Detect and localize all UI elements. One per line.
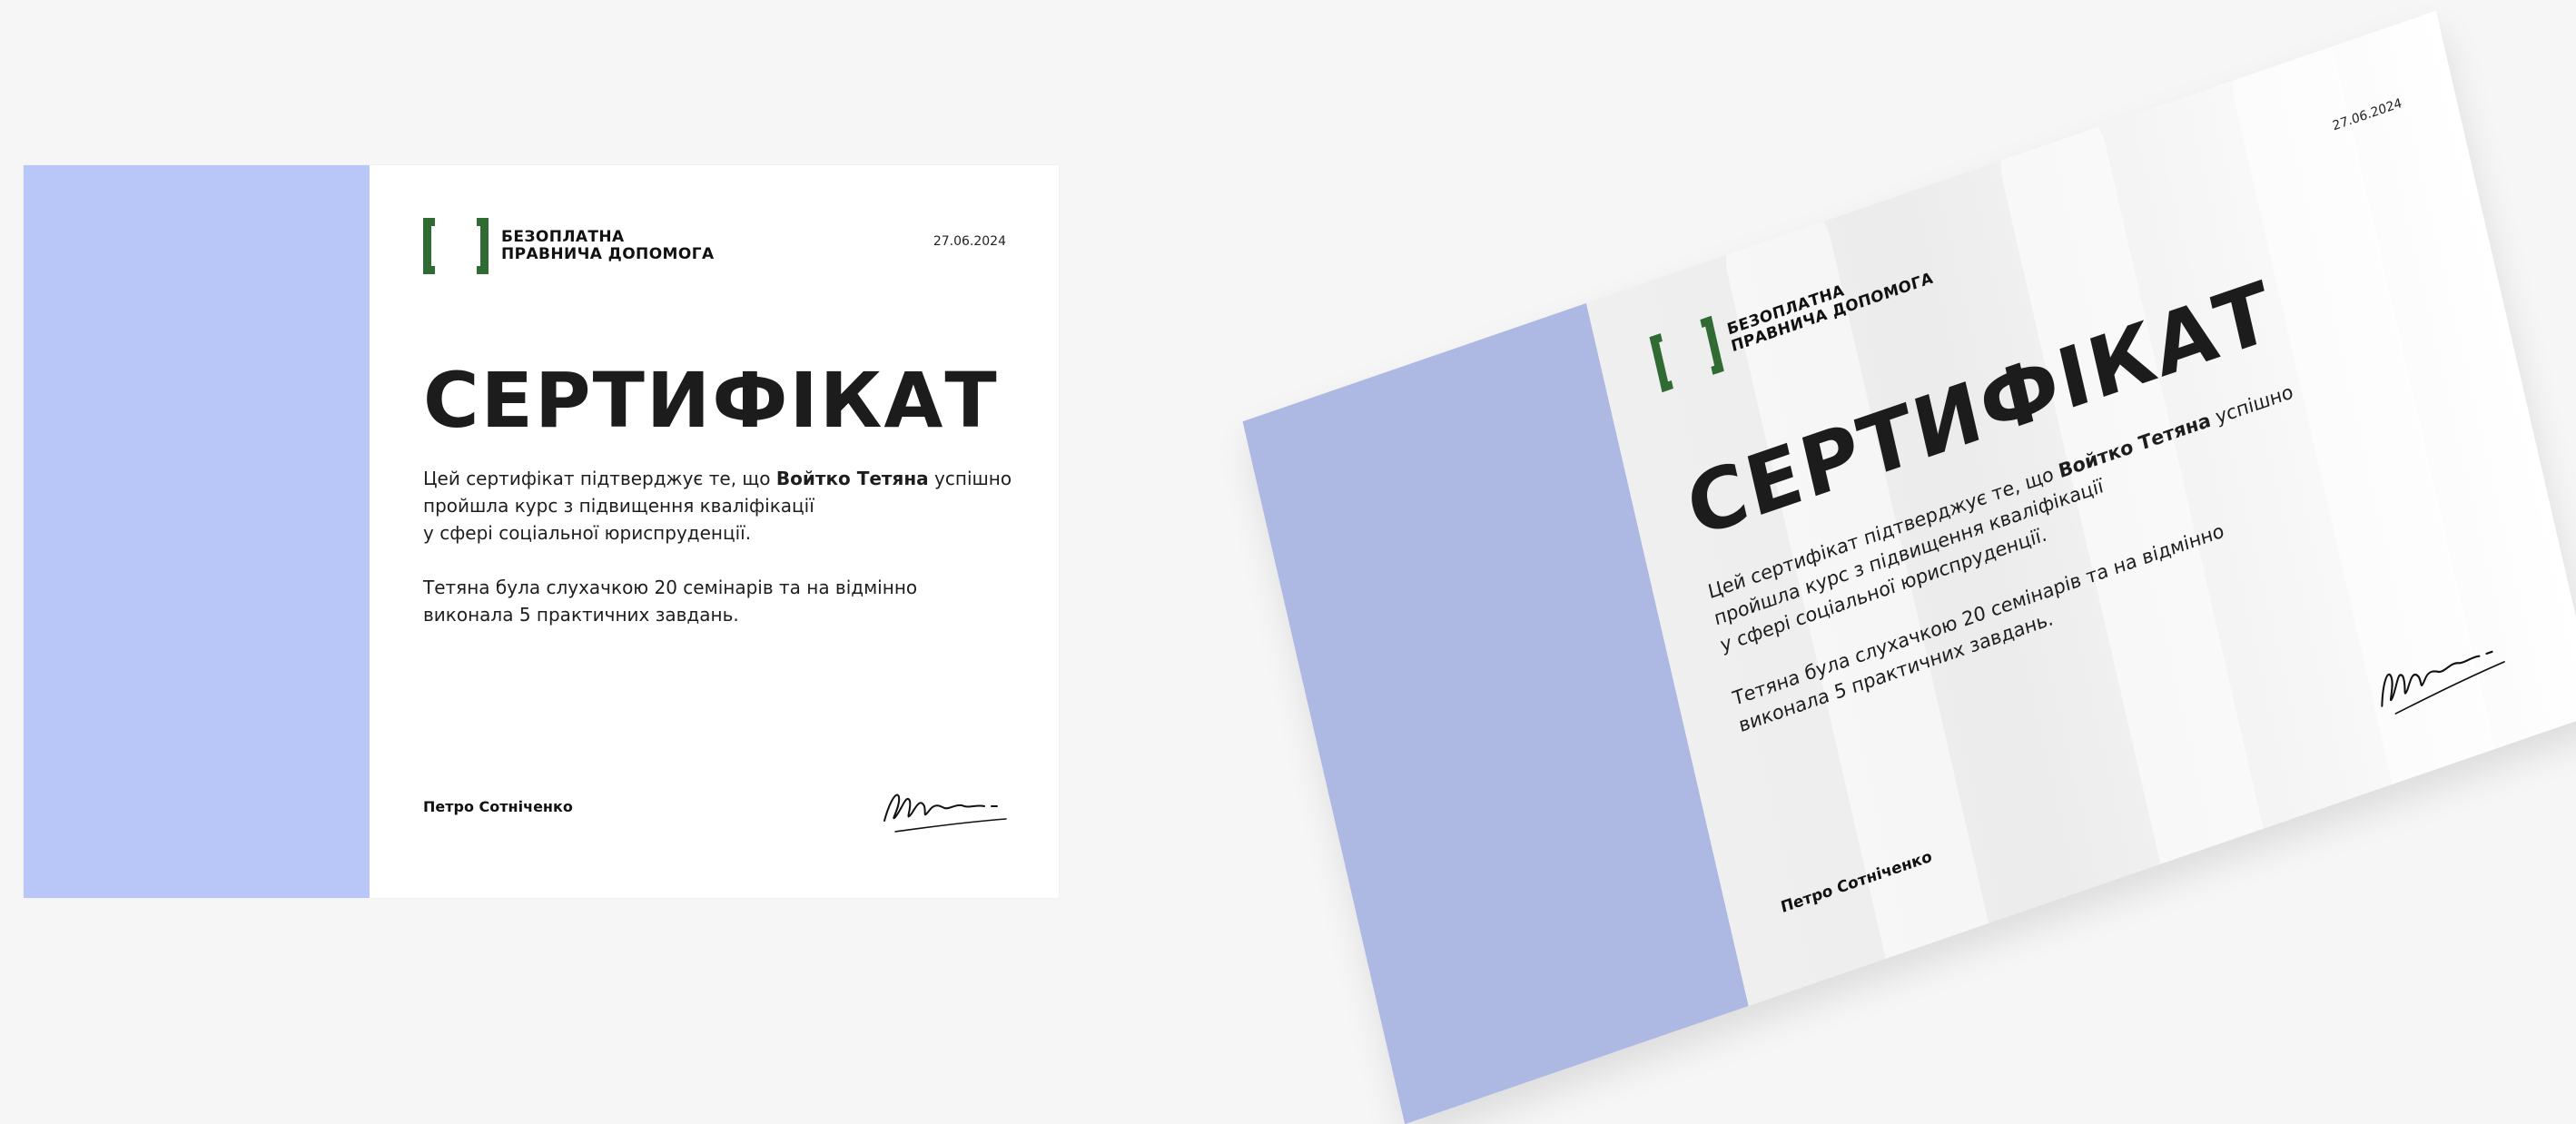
logo-line-1: БЕЗОПЛАТНА [501, 228, 625, 246]
logo-text: БЕЗОПЛАТНА ПРАВНИЧА ДОПОМОГА [501, 229, 715, 263]
logo: БЕЗОПЛАТНА ПРАВНИЧА ДОПОМОГА [423, 218, 715, 274]
bracket-logo-icon [1650, 316, 1724, 392]
certificate-tilted-card: БЕЗОПЛАТНА ПРАВНИЧА ДОПОМОГА 27.06.2024 … [1242, 10, 2576, 1124]
body-text-suffix: успішно [928, 468, 1012, 489]
body-line-3: у сфері соціальної юриспруденції. [423, 522, 752, 544]
signer-name: Петро Сотніченко [423, 798, 573, 815]
certificate-date: 27.06.2024 [933, 234, 1006, 249]
decorative-pattern-panel-tilted [1242, 303, 1749, 1124]
paragraph-2-line-1: Тетяна була слухачкою 20 семінарів та на… [423, 577, 918, 598]
body-line-2: пройшла курс з підвищення кваліфікації [423, 495, 814, 517]
certificate-title: СЕРТИФІКАТ [423, 356, 999, 445]
paragraph-2-line-2: виконала 5 практичних завдань. [423, 604, 739, 626]
certificate-front-view: БЕЗОПЛАТНА ПРАВНИЧА ДОПОМОГА 27.06.2024 … [24, 165, 1059, 898]
logo-line-2: ПРАВНИЧА ДОПОМОГА [501, 245, 715, 263]
certificate-perspective-view: БЕЗОПЛАТНА ПРАВНИЧА ДОПОМОГА 27.06.2024 … [1242, 10, 2576, 1124]
body-text-prefix: Цей сертифікат підтверджує те, що [423, 468, 776, 489]
certificate-body: Цей сертифікат підтверджує те, що Войтко… [423, 465, 1012, 628]
decorative-pattern-panel [24, 165, 370, 898]
body-line-1: Цей сертифікат підтверджує те, що Войтко… [423, 465, 1012, 492]
signature-icon [883, 794, 1007, 833]
recipient-name: Войтко Тетяна [775, 468, 929, 489]
bracket-logo-icon [423, 218, 489, 274]
